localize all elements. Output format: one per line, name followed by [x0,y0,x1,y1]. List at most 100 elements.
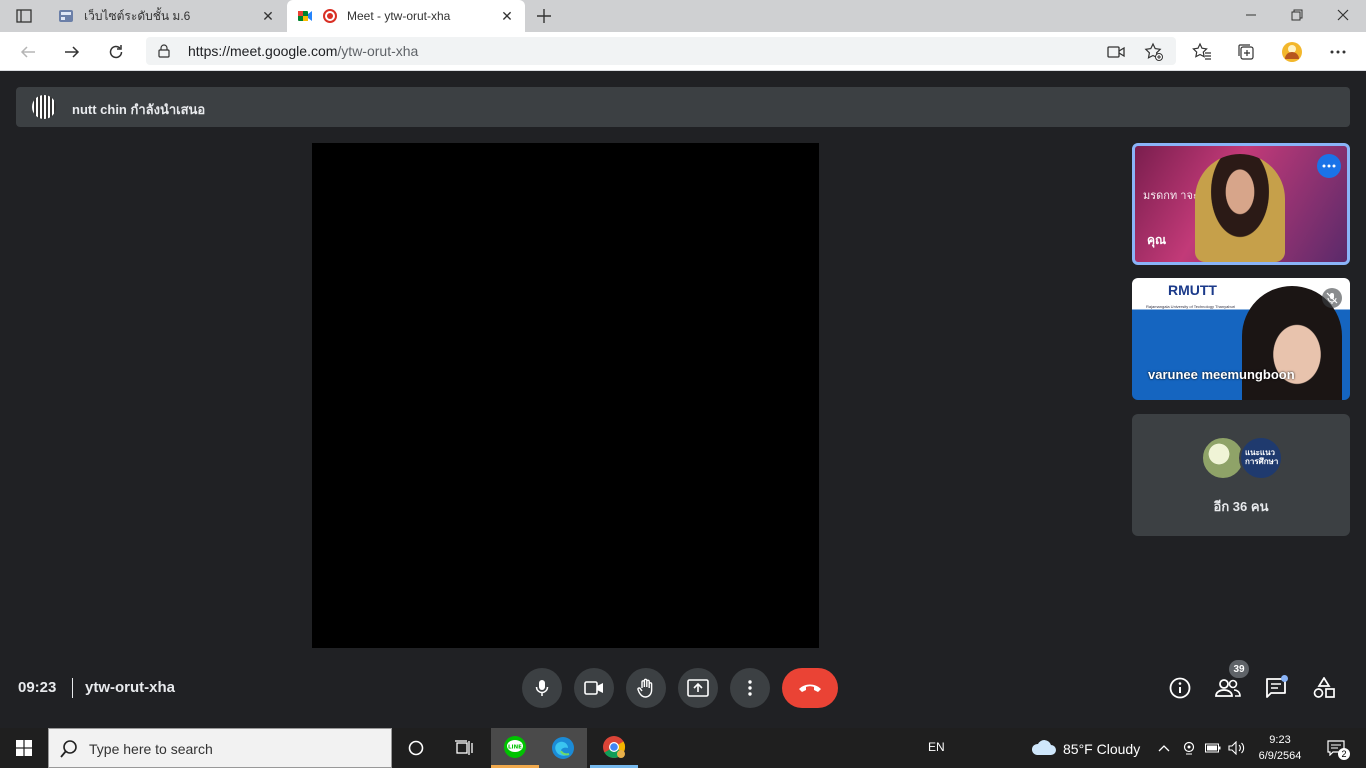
people-icon [1215,679,1241,697]
avatar-text: แนะแนว การศึกษา [1245,448,1279,466]
cortana-button[interactable] [392,728,440,768]
muted-indicator [1322,288,1342,308]
leave-call-button[interactable] [782,668,838,708]
arrow-right-icon [65,46,80,58]
close-tab-icon[interactable]: ✕ [499,8,515,24]
tab-title: Meet - ytw-orut-xha [347,9,451,23]
clock-date: 6/9/2564 [1258,750,1302,762]
self-video-feed [1195,154,1285,262]
webcam-icon [1183,741,1195,755]
hang-up-icon [799,684,821,692]
self-name-label: คุณ [1147,233,1167,247]
participant-video-tile[interactable]: RMUTT Rajamangala University of Technolo… [1132,278,1350,400]
activities-button[interactable] [1310,674,1338,702]
address-bar[interactable]: https://meet.google.com/ytw-orut-xha [146,37,1176,65]
unread-indicator [1281,675,1288,682]
notification-count-badge: 2 [1338,748,1350,760]
search-placeholder: Type here to search [89,741,213,757]
taskbar-line-app[interactable]: LINE [491,728,539,768]
profile-button[interactable] [1278,38,1306,66]
present-screen-icon [687,679,709,697]
input-language[interactable]: EN [928,740,945,754]
microphone-button[interactable] [522,668,562,708]
participant-name: varunee meemungboon [1148,367,1295,382]
recording-icon [323,9,337,23]
presenting-banner: nutt chin กำลังนำเสนอ [16,87,1350,127]
taskbar-clock[interactable]: 9:23 6/9/2564 [1254,732,1306,764]
others-tile[interactable]: แนะแนว การศึกษา อีก 36 คน [1132,414,1350,536]
divider [72,678,73,698]
svg-text:LINE: LINE [508,744,522,750]
battery-icon [1205,743,1221,753]
chrome-browser-icon [603,735,625,758]
clock-time: 9:23 [1269,734,1291,746]
close-window-button[interactable] [1320,0,1366,30]
add-favorite-button[interactable] [1140,38,1168,66]
meet-favicon-icon [298,11,312,21]
browser-toolbar: https://meet.google.com/ytw-orut-xha [0,32,1366,71]
url-path: /ytw-orut-xha [337,43,419,59]
mic-off-icon [1326,292,1338,304]
close-icon [1337,9,1349,21]
tab-actions-button[interactable] [10,6,38,26]
favorites-icon [1192,42,1211,60]
weather-text[interactable]: 85°F Cloudy [1063,741,1140,757]
more-participants-label: อีก 36 คน [1213,499,1269,514]
star-add-icon [1144,42,1163,61]
camera-button[interactable] [574,668,614,708]
present-screen-button[interactable] [678,668,718,708]
cortana-icon [408,740,424,756]
battery-button[interactable] [1204,738,1222,758]
start-button[interactable] [0,728,48,768]
participants-button[interactable] [1214,674,1242,702]
back-button[interactable] [14,38,42,66]
arrow-left-icon [20,46,35,58]
minimize-button[interactable] [1228,0,1274,30]
tab-meet[interactable]: Meet - ytw-orut-xha ✕ [287,0,525,32]
url-domain: https://meet.google.com [188,43,338,59]
tab-actions-icon [16,9,32,23]
restore-icon [1291,9,1303,21]
plus-icon [537,9,551,23]
more-horizontal-icon [1322,164,1336,168]
shapes-icon [1313,677,1335,698]
raise-hand-button[interactable] [626,668,666,708]
camera-permission-button[interactable] [1102,38,1130,66]
forward-button[interactable] [58,38,86,66]
task-view-icon [455,740,473,755]
refresh-button[interactable] [102,38,130,66]
minimize-icon [1246,14,1256,16]
close-tab-icon[interactable]: ✕ [260,8,276,24]
new-tab-button[interactable] [534,6,554,26]
more-options-button[interactable] [730,668,770,708]
url-text: https://meet.google.com/ytw-orut-xha [188,43,418,59]
taskbar-edge-app[interactable] [539,728,587,768]
presenter-avatar [32,95,56,119]
volume-button[interactable] [1228,738,1246,758]
self-video-tile[interactable]: มรดกท าจะเบจ คุณ [1132,143,1350,265]
meeting-clock: 09:23 [18,679,57,696]
tab-school-website[interactable]: เว็บไซต์ระดับชั้น ม.6 ✕ [48,0,286,32]
collections-button[interactable] [1232,38,1260,66]
windows-taskbar: Type here to search LINE EN 85°F Cloudy … [0,728,1366,768]
show-hidden-icons-button[interactable] [1155,738,1173,758]
tile-options-button[interactable] [1317,154,1341,178]
task-view-button[interactable] [440,728,488,768]
taskbar-search[interactable]: Type here to search [48,728,392,768]
rmutt-logo: RMUTT [1168,282,1217,298]
presentation-video [312,143,819,648]
more-horizontal-icon [1330,50,1346,54]
search-icon [60,740,77,758]
video-camera-icon [584,681,603,695]
presenting-text: nutt chin กำลังนำเสนอ [72,102,206,117]
restore-button[interactable] [1274,0,1320,30]
video-camera-icon [1107,46,1125,58]
meeting-details-button[interactable] [1166,674,1194,702]
speaker-icon [1228,741,1245,755]
taskbar-chrome-app[interactable] [590,728,638,768]
favorites-button[interactable] [1188,38,1216,66]
collections-icon [1238,44,1254,60]
settings-more-button[interactable] [1324,38,1352,66]
tray-app-button[interactable] [1180,738,1198,758]
participant-count-badge: 39 [1229,660,1249,678]
